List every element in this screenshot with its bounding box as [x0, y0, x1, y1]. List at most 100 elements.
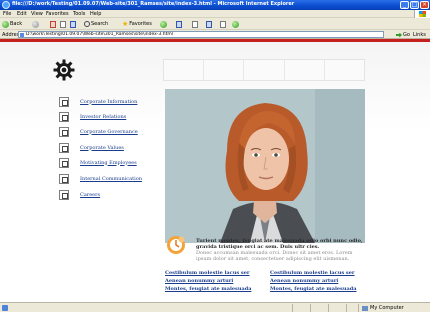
history-icon: [160, 20, 167, 28]
link-right-3[interactable]: Montes, feugiat ate malesuada: [270, 286, 370, 294]
toolbar: Back Search ★ Favorites: [0, 18, 430, 30]
menu-help[interactable]: Help: [90, 11, 101, 17]
back-label: Back: [10, 21, 23, 27]
edit-button[interactable]: [206, 20, 212, 28]
favorites-label: Favorites: [129, 21, 152, 27]
search-button[interactable]: Search: [84, 20, 108, 28]
menu-view[interactable]: View: [31, 11, 43, 17]
link-left-3[interactable]: Montes, feugiat ate malesuada: [165, 286, 265, 294]
top-menu-tab[interactable]: [244, 60, 285, 80]
mail-icon: [176, 20, 182, 28]
status-bar: My Computer: [0, 302, 430, 312]
messenger-button[interactable]: [232, 20, 240, 28]
menu-file[interactable]: File: [3, 11, 11, 17]
people-icon: [59, 157, 69, 168]
windows-flag-icon: [414, 10, 430, 18]
nav-item-label: Careers: [80, 191, 101, 198]
go-button[interactable]: Go: [396, 32, 410, 38]
page-status-icon: [2, 305, 8, 311]
title-bar: file:///D:/work/Testing/01.09.07/Web-sit…: [0, 0, 430, 10]
nav-item-label: Corporate Values: [80, 144, 124, 151]
nav-item-internal-communication[interactable]: Internal Communication: [59, 173, 159, 184]
menu-tools[interactable]: Tools: [73, 11, 85, 17]
nav-item-corporate-information[interactable]: Corporate Information: [59, 96, 159, 107]
top-menu-tab[interactable]: [164, 60, 205, 80]
search-icon: [84, 21, 90, 27]
print-button[interactable]: [192, 20, 198, 28]
link-right-2[interactable]: Aenean nonummy arturi: [270, 278, 370, 286]
promo-title: Turient montes, feugiat ate malesuada od…: [196, 238, 363, 250]
zone-label: My Computer: [370, 305, 404, 311]
security-zone: My Computer: [362, 305, 404, 311]
favorites-button[interactable]: ★ Favorites: [122, 20, 152, 28]
address-bar: Address D:\work\Testing\01.09.07\Web-sit…: [0, 30, 430, 39]
status-divider: [358, 304, 359, 312]
businesswoman-portrait-image: [165, 89, 365, 243]
document-icon: [59, 111, 69, 122]
clock-badge-icon: [167, 236, 185, 254]
forward-button[interactable]: [32, 20, 40, 28]
computer-icon: [362, 305, 368, 311]
top-menu-tab[interactable]: [325, 60, 364, 80]
top-menu-tab[interactable]: [285, 60, 325, 80]
nav-item-corporate-values[interactable]: Corporate Values: [59, 142, 159, 153]
menu-favorites[interactable]: Favorites: [46, 11, 69, 17]
chat-icon: [59, 173, 69, 184]
status-divider: [328, 304, 329, 312]
top-menu: [163, 59, 365, 81]
ie-logo-icon: [2, 1, 10, 9]
links-column-right: Cestibulum molestie lacus ser Aenean non…: [270, 270, 370, 294]
close-button[interactable]: ×: [420, 1, 429, 9]
home-icon: [59, 96, 69, 107]
folder-icon: [59, 126, 69, 137]
edit-icon: [206, 20, 212, 28]
favorites-star-icon: ★: [122, 19, 129, 28]
discuss-button[interactable]: [220, 20, 226, 28]
chart-icon: [59, 142, 69, 153]
gear-logo-icon: [53, 59, 75, 81]
nav-item-label: Motivating Employees: [80, 159, 137, 166]
web-page: Corporate Information Investor Relations…: [0, 39, 430, 302]
link-left-2[interactable]: Aenean nonummy arturi: [165, 278, 265, 286]
window-title: file:///D:/work/Testing/01.09.07/Web-sit…: [12, 1, 295, 7]
nav-item-corporate-governance[interactable]: Corporate Governance: [59, 126, 159, 137]
top-menu-tab[interactable]: [204, 60, 245, 80]
status-divider: [310, 304, 311, 312]
nav-item-label: Investor Relations: [80, 113, 127, 120]
go-label: Go: [403, 32, 410, 38]
links-column-left: Cestibulum molestie lacus ser Aenean non…: [165, 270, 265, 294]
home-button[interactable]: [70, 20, 76, 28]
status-divider: [292, 304, 293, 312]
status-divider: [346, 304, 347, 312]
history-button[interactable]: [160, 20, 168, 28]
menu-edit[interactable]: Edit: [17, 11, 27, 17]
link-right-1[interactable]: Cestibulum molestie lacus ser: [270, 270, 370, 278]
maximize-button[interactable]: □: [410, 1, 419, 9]
discuss-icon: [220, 20, 226, 28]
nav-item-investor-relations[interactable]: Investor Relations: [59, 111, 159, 122]
nav-item-label: Internal Communication: [80, 175, 142, 182]
nav-item-label: Corporate Information: [80, 98, 138, 105]
print-icon: [192, 20, 198, 28]
go-arrow-icon: [396, 32, 402, 38]
refresh-button[interactable]: [60, 20, 66, 28]
back-button[interactable]: Back: [2, 20, 22, 28]
minimize-button[interactable]: _: [400, 1, 409, 9]
nav-item-label: Corporate Governance: [80, 128, 138, 135]
stop-button[interactable]: [50, 20, 56, 28]
nav-item-motivating-employees[interactable]: Motivating Employees: [59, 157, 159, 168]
mail-button[interactable]: [176, 20, 182, 28]
menu-bar: File Edit View Favorites Tools Help: [0, 10, 430, 18]
link-left-1[interactable]: Cestibulum molestie lacus ser: [165, 270, 265, 278]
briefcase-icon: [59, 189, 69, 200]
search-label: Search: [91, 21, 109, 27]
back-arrow-icon: [2, 20, 9, 28]
promo-text: Donec accumsan malesuada orci. Donec sit…: [196, 250, 353, 262]
hero-photo: [165, 89, 365, 243]
forward-arrow-icon: [32, 20, 39, 28]
home-icon: [70, 20, 76, 28]
stop-icon: [50, 20, 56, 28]
address-input[interactable]: D:\work\Testing\01.09.07\Web-site\301_Ra…: [18, 31, 384, 38]
links-button[interactable]: Links: [413, 32, 426, 38]
nav-item-careers[interactable]: Careers: [59, 189, 159, 200]
